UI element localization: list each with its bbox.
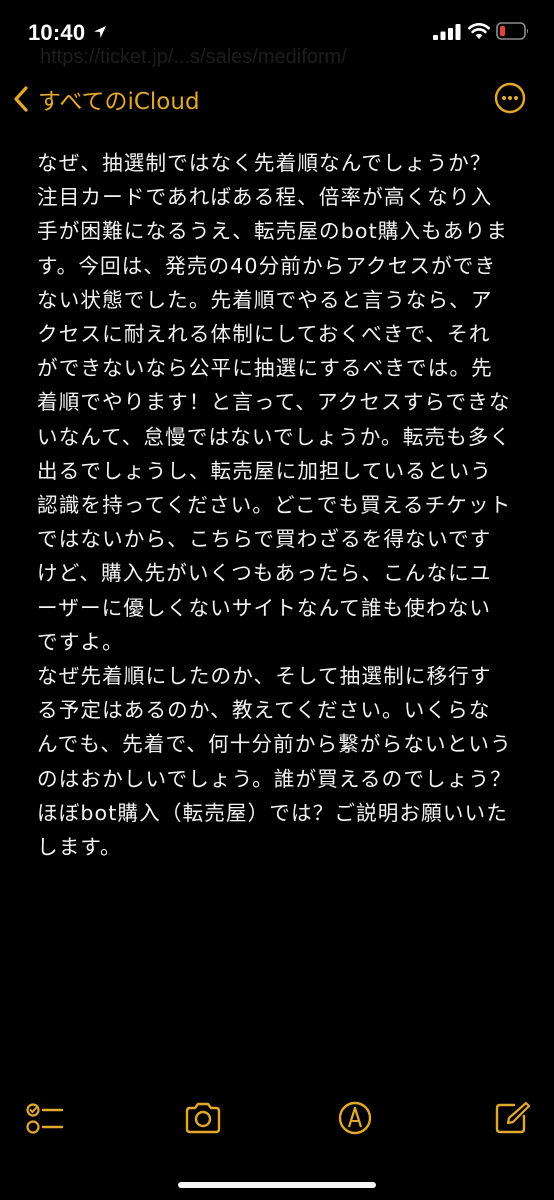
- wifi-icon: [468, 23, 490, 39]
- camera-icon[interactable]: [183, 1100, 223, 1136]
- checklist-icon[interactable]: [24, 1100, 64, 1136]
- compose-icon[interactable]: [492, 1100, 532, 1136]
- home-indicator: [178, 1182, 376, 1188]
- location-arrow-icon: [94, 26, 106, 38]
- bottom-toolbar: [0, 1090, 554, 1146]
- markup-pen-icon[interactable]: [335, 1100, 375, 1136]
- back-button[interactable]: すべてのiCloud: [12, 82, 200, 116]
- note-paragraph: なぜ、抽選制ではなく先着順なんでしょうか？注目カードであればある程、倍率が高くな…: [37, 151, 512, 654]
- chevron-left-icon: [14, 86, 28, 112]
- note-body[interactable]: なぜ、抽選制ではなく先着順なんでしょうか？注目カードであればある程、倍率が高くな…: [37, 146, 512, 864]
- back-button-label: すべてのiCloud: [38, 89, 200, 115]
- battery-icon: [496, 22, 529, 40]
- signal-icon: [433, 24, 461, 40]
- nav-bar: すべてのiCloud: [0, 74, 554, 122]
- more-icon[interactable]: [494, 82, 526, 114]
- note-paragraph: なぜ先着順にしたのか、そして抽選制に移行する予定はあるのか、教えてください。いく…: [37, 664, 512, 860]
- background-url-text: https://ticket.jp/...s/sales/mediform/: [40, 46, 347, 68]
- status-time: 10:40: [28, 20, 86, 45]
